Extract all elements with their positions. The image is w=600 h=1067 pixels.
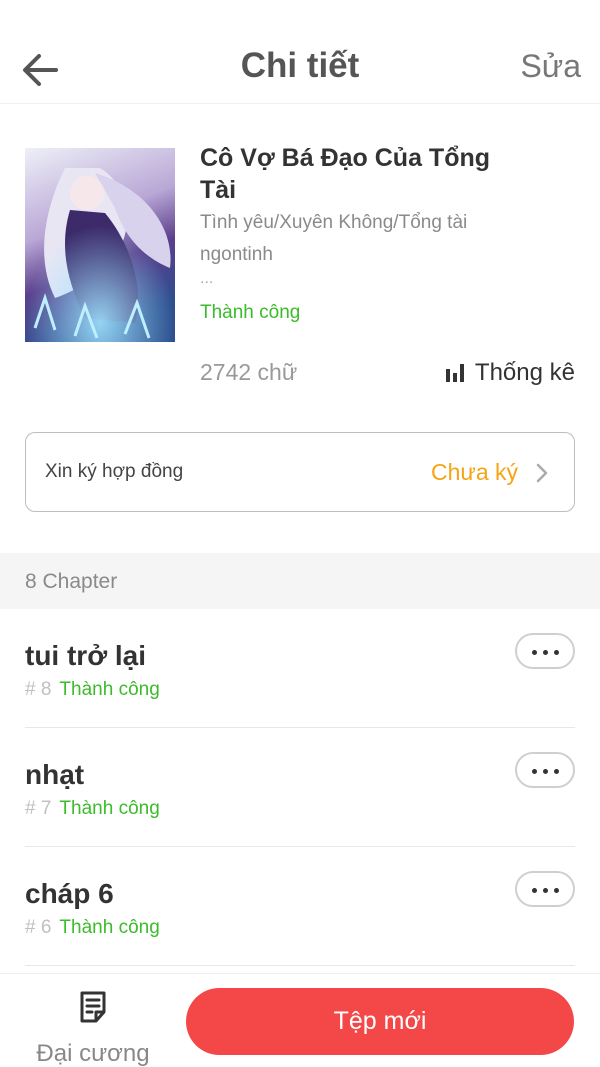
stats-button[interactable]: Thống kê bbox=[445, 359, 575, 387]
book-status: Thành công bbox=[200, 302, 301, 323]
chapter-meta: # 7 Thành công bbox=[25, 798, 160, 820]
top-bar: Chi tiết Sửa bbox=[0, 0, 600, 104]
chevron-right-icon bbox=[536, 463, 548, 483]
chapter-list: tui trở lại # 8 Thành công nhạt # 7 Thành … bbox=[0, 609, 600, 966]
more-text-ellipsis: ... bbox=[200, 270, 214, 287]
chapter-number: # 8 bbox=[25, 679, 52, 700]
document-list-icon bbox=[80, 991, 106, 1023]
outline-button[interactable]: Đại cương bbox=[25, 990, 161, 1067]
book-info: Cô Vợ Bá Đạo Của Tổng Tài Tình yêu/Xuyên… bbox=[0, 104, 600, 404]
chapter-row[interactable]: nhạt # 7 Thành công bbox=[0, 728, 600, 847]
chapter-row[interactable]: cháp 6 # 6 Thành công bbox=[0, 847, 600, 966]
chapter-menu-button[interactable] bbox=[515, 752, 575, 788]
more-horizontal-icon bbox=[529, 642, 562, 660]
bottom-bar: Đại cương Tệp mới bbox=[0, 973, 600, 1067]
chapter-status: Thành công bbox=[59, 798, 160, 819]
chapter-title: tui trở lại bbox=[25, 640, 147, 671]
word-count: 2742 chữ bbox=[200, 359, 298, 385]
book-author: ngontinh bbox=[200, 244, 273, 265]
edit-button[interactable]: Sửa bbox=[520, 48, 581, 85]
contract-status: Chưa ký bbox=[431, 459, 518, 485]
page-title: Chi tiết bbox=[240, 46, 360, 85]
chapter-title: nhạt bbox=[25, 759, 85, 790]
chapter-number: # 6 bbox=[25, 917, 52, 938]
more-horizontal-icon bbox=[529, 761, 562, 779]
book-cover bbox=[25, 148, 175, 342]
chapter-number: # 7 bbox=[25, 798, 52, 819]
more-horizontal-icon bbox=[529, 880, 562, 898]
outline-label: Đại cương bbox=[36, 1040, 150, 1067]
contract-row[interactable]: Xin ký hợp đồng Chưa ký bbox=[25, 432, 575, 512]
chapter-meta: # 8 Thành công bbox=[25, 679, 160, 701]
chapter-count: 8 Chapter bbox=[25, 570, 118, 593]
bar-chart-icon bbox=[445, 364, 464, 382]
chapter-section-header: 8 Chapter bbox=[0, 553, 600, 609]
stats-label: Thống kê bbox=[474, 359, 575, 386]
contract-label: Xin ký hợp đồng bbox=[45, 461, 184, 482]
divider bbox=[25, 965, 575, 966]
chapter-status: Thành công bbox=[59, 917, 160, 938]
book-title: Cô Vợ Bá Đạo Của Tổng Tài bbox=[200, 144, 491, 204]
chapter-meta: # 6 Thành công bbox=[25, 917, 160, 939]
chapter-status: Thành công bbox=[59, 679, 160, 700]
chapter-menu-button[interactable] bbox=[515, 633, 575, 669]
book-genre: Tình yêu/Xuyên Không/Tổng tài bbox=[200, 212, 468, 233]
chapter-row[interactable]: tui trở lại # 8 Thành công bbox=[0, 609, 600, 728]
chapter-title: cháp 6 bbox=[25, 878, 114, 909]
chapter-menu-button[interactable] bbox=[515, 871, 575, 907]
new-chapter-button[interactable]: Tệp mới bbox=[186, 988, 574, 1055]
